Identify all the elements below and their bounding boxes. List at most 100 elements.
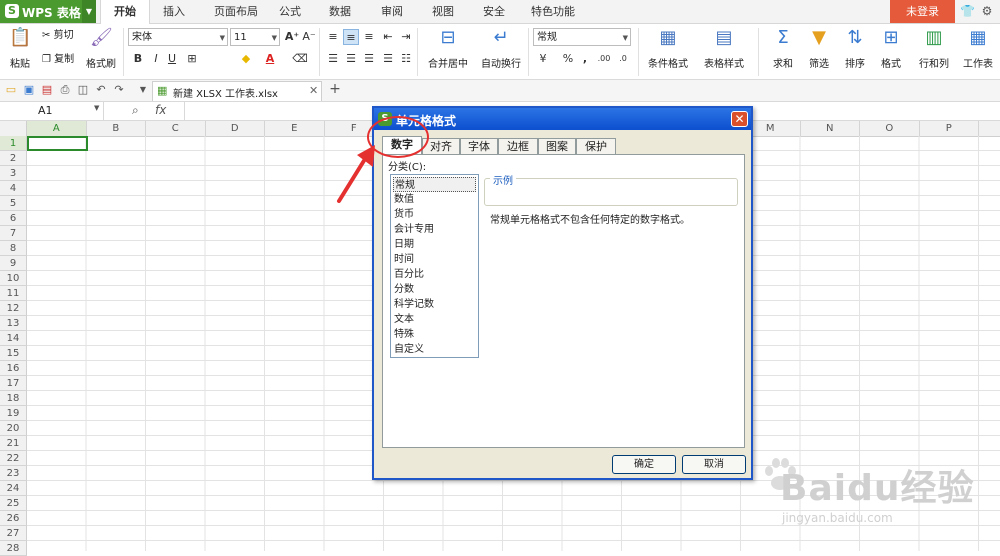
tab-font[interactable]: 字体 bbox=[460, 138, 498, 154]
font-name-select[interactable]: 宋体 ▼ bbox=[128, 28, 228, 46]
row-col-button[interactable]: ▥ 行和列 bbox=[912, 27, 956, 70]
category-item[interactable]: 会计专用 bbox=[393, 222, 476, 237]
format-button[interactable]: ⊞ 格式 bbox=[874, 27, 908, 70]
worksheet-button[interactable]: ▦ 工作表 bbox=[958, 27, 998, 70]
align-center-icon[interactable]: ☰ bbox=[343, 51, 359, 67]
border-icon[interactable]: ⊞ bbox=[184, 51, 200, 67]
decrease-decimal-icon[interactable]: .0 bbox=[615, 51, 631, 67]
column-header[interactable]: D bbox=[206, 121, 265, 136]
bold-icon[interactable]: B bbox=[130, 51, 146, 67]
tab-insert[interactable]: 插入 bbox=[152, 0, 196, 23]
export-pdf-icon[interactable]: ▤ bbox=[40, 83, 54, 97]
row-header[interactable]: 26 bbox=[0, 511, 27, 526]
column-header[interactable]: N bbox=[801, 121, 860, 136]
row-header[interactable]: 1 bbox=[0, 136, 27, 151]
column-header[interactable]: C bbox=[146, 121, 206, 136]
row-header[interactable]: 17 bbox=[0, 376, 27, 391]
row-header[interactable]: 10 bbox=[0, 271, 27, 286]
tab-special-features[interactable]: 特色功能 bbox=[527, 0, 579, 23]
skin-icon[interactable]: 👕 bbox=[960, 4, 975, 18]
category-item[interactable]: 常规 bbox=[393, 177, 476, 192]
row-header[interactable]: 13 bbox=[0, 316, 27, 331]
app-menu-button[interactable]: S WPS 表格 ▼ bbox=[0, 0, 96, 23]
row-header[interactable]: 21 bbox=[0, 436, 27, 451]
sum-button[interactable]: Σ 求和 bbox=[764, 27, 802, 70]
category-item[interactable]: 日期 bbox=[393, 237, 476, 252]
new-tab-plus-icon[interactable]: + bbox=[328, 82, 342, 96]
category-item[interactable]: 数值 bbox=[393, 192, 476, 207]
row-header[interactable]: 16 bbox=[0, 361, 27, 376]
row-header[interactable]: 8 bbox=[0, 241, 27, 256]
fx-label[interactable]: fx bbox=[155, 103, 166, 117]
row-header[interactable]: 9 bbox=[0, 256, 27, 271]
row-header[interactable]: 7 bbox=[0, 226, 27, 241]
align-top-icon[interactable]: ≡ bbox=[325, 29, 341, 45]
row-header[interactable]: 2 bbox=[0, 151, 27, 166]
fill-color-icon[interactable]: ◆ bbox=[238, 51, 254, 67]
category-item[interactable]: 分数 bbox=[393, 282, 476, 297]
column-header[interactable]: E bbox=[265, 121, 325, 136]
font-size-select[interactable]: 11 ▼ bbox=[230, 28, 280, 46]
row-header[interactable]: 24 bbox=[0, 481, 27, 496]
justify-icon[interactable]: ☰ bbox=[380, 51, 396, 67]
save-icon[interactable]: ▣ bbox=[22, 83, 36, 97]
chevron-down-icon[interactable]: ▼ bbox=[82, 0, 96, 23]
percent-icon[interactable]: % bbox=[560, 51, 576, 67]
undo-icon[interactable]: ↶ bbox=[94, 83, 108, 97]
decrease-font-icon[interactable]: A⁻ bbox=[301, 29, 317, 45]
increase-font-icon[interactable]: A⁺ bbox=[284, 29, 300, 45]
number-format-select[interactable]: 常规 ▼ bbox=[533, 28, 631, 46]
sort-button[interactable]: ⇅ 排序 bbox=[838, 27, 872, 70]
category-item[interactable]: 特殊 bbox=[393, 327, 476, 342]
indent-decrease-icon[interactable]: ⇤ bbox=[380, 29, 396, 45]
tab-view[interactable]: 视图 bbox=[425, 0, 461, 23]
column-header[interactable]: O bbox=[860, 121, 920, 136]
category-item[interactable]: 百分比 bbox=[393, 267, 476, 282]
category-item[interactable]: 时间 bbox=[393, 252, 476, 267]
row-header[interactable]: 28 bbox=[0, 541, 27, 556]
indent-increase-icon[interactable]: ⇥ bbox=[398, 29, 414, 45]
row-header[interactable]: 3 bbox=[0, 166, 27, 181]
ok-button[interactable]: 确定 bbox=[612, 455, 676, 474]
row-header[interactable]: 4 bbox=[0, 181, 27, 196]
format-painter-button[interactable]: 🖌 格式刷 bbox=[84, 27, 118, 70]
paste-button[interactable]: 📋 粘贴 bbox=[6, 27, 34, 70]
row-header[interactable]: 12 bbox=[0, 301, 27, 316]
tab-pattern[interactable]: 图案 bbox=[538, 138, 576, 154]
copy-button[interactable]: ❐ 复制 bbox=[42, 51, 74, 69]
font-color-icon[interactable]: A bbox=[262, 51, 278, 67]
tab-protection[interactable]: 保护 bbox=[576, 138, 616, 154]
align-middle-icon[interactable]: ≡ bbox=[343, 29, 359, 45]
tab-review[interactable]: 审阅 bbox=[374, 0, 410, 23]
close-icon[interactable]: ✕ bbox=[731, 111, 748, 127]
settings-icon[interactable]: ⚙ bbox=[980, 4, 994, 18]
row-header[interactable]: 15 bbox=[0, 346, 27, 361]
tab-home[interactable]: 开始 bbox=[100, 0, 150, 24]
row-header[interactable]: 18 bbox=[0, 391, 27, 406]
print-icon[interactable]: ⎙ bbox=[58, 83, 72, 97]
increase-decimal-icon[interactable]: .00 bbox=[596, 51, 612, 67]
wrap-text-button[interactable]: ↵ 自动换行 bbox=[478, 27, 524, 70]
align-left-icon[interactable]: ☰ bbox=[325, 51, 341, 67]
table-style-button[interactable]: ▤ 表格样式 bbox=[698, 27, 750, 70]
category-list[interactable]: 常规 数值 货币 会计专用 日期 时间 百分比 分数 科学记数 文本 特殊 自定义 bbox=[390, 174, 479, 358]
distributed-icon[interactable]: ☷ bbox=[398, 51, 414, 67]
print-preview-icon[interactable]: ◫ bbox=[76, 83, 90, 97]
category-item[interactable]: 文本 bbox=[393, 312, 476, 327]
conditional-format-button[interactable]: ▦ 条件格式 bbox=[642, 27, 694, 70]
open-folder-icon[interactable]: ▭ bbox=[4, 83, 18, 97]
filter-button[interactable]: ▼ 筛选 bbox=[802, 27, 836, 70]
document-tab[interactable]: ▦ 新建 XLSX 工作表.xlsx ✕ bbox=[152, 81, 322, 101]
redo-icon[interactable]: ↷ bbox=[112, 83, 126, 97]
align-bottom-icon[interactable]: ≡ bbox=[361, 29, 377, 45]
category-item[interactable]: 自定义 bbox=[393, 342, 476, 357]
name-box[interactable]: A1 bbox=[0, 102, 104, 120]
cut-button[interactable]: ✂ 剪切 bbox=[42, 27, 74, 45]
column-header[interactable]: P bbox=[920, 121, 979, 136]
active-cell[interactable] bbox=[27, 136, 88, 151]
merge-center-button[interactable]: ⊟ 合并居中 bbox=[422, 27, 474, 70]
row-header[interactable]: 23 bbox=[0, 466, 27, 481]
login-button[interactable]: 未登录 bbox=[890, 0, 955, 23]
chevron-down-icon[interactable]: ▼ bbox=[136, 83, 150, 97]
chevron-down-icon[interactable]: ▼ bbox=[94, 104, 99, 112]
